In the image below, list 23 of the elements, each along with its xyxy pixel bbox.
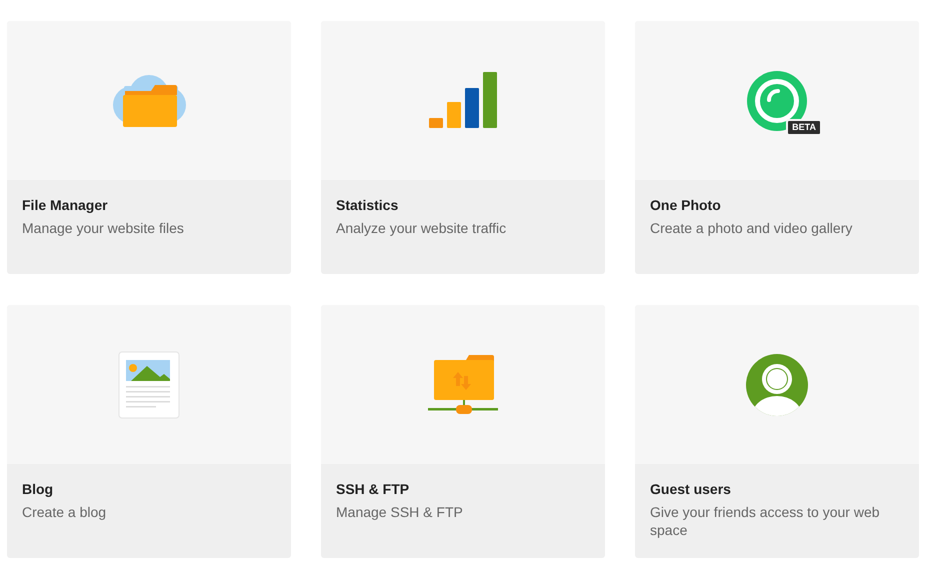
app-card[interactable]: Blog Create a blog <box>7 305 291 558</box>
cloud-folder-icon <box>112 72 186 128</box>
app-card[interactable]: File Manager Manage your website files <box>7 21 291 274</box>
app-card[interactable]: Guest users Give your friends access to your web space <box>635 305 919 558</box>
card-title: Statistics <box>336 196 400 214</box>
network-folder-icon <box>428 354 498 416</box>
bar-chart-icon <box>428 72 498 130</box>
card-title: SSH & FTP <box>336 480 410 498</box>
app-card[interactable]: SSH & FTP Manage SSH & FTP <box>321 305 605 558</box>
card-title: One Photo <box>650 196 722 214</box>
app-card[interactable]: BETA One Photo Create a photo and video gallery <box>635 21 919 274</box>
card-description: Create a blog <box>22 503 108 521</box>
beta-badge: BETA <box>786 118 822 136</box>
document-icon <box>118 350 180 418</box>
card-title: Guest users <box>650 480 732 498</box>
card-description: Create a photo and video gallery <box>650 219 854 237</box>
card-description: Analyze your website traffic <box>336 219 508 237</box>
card-description: Give your friends access to your web space <box>650 503 881 539</box>
card-title: Blog <box>22 480 54 498</box>
card-description: Manage your website files <box>22 219 185 237</box>
app-card[interactable]: Statistics Analyze your website traffic <box>321 21 605 274</box>
card-title: File Manager <box>22 196 109 214</box>
card-description: Manage SSH & FTP <box>336 503 464 521</box>
